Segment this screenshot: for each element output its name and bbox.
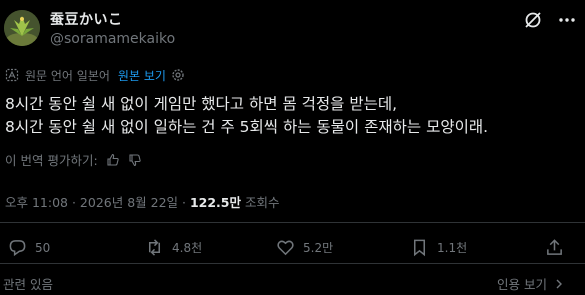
tweet-line: 8시간 동안 쉴 새 없이 게임만 했다고 하면 몸 걱정을 받는데, [5, 95, 398, 113]
bookmark-button[interactable]: 1.1천 [410, 238, 467, 257]
repost-count: 4.8천 [172, 241, 203, 255]
view-quotes-link[interactable]: 인용 보기 [497, 274, 565, 293]
user-handle[interactable]: @soramamekaiko [50, 31, 175, 47]
divider [0, 222, 585, 223]
tweet-meta: 오후 11:08 · 2026년 8월 22일 · 122.5만 조회수 [5, 192, 280, 211]
repost-icon [148, 239, 161, 256]
display-name[interactable]: 蚕豆かいこ [50, 9, 123, 29]
view-quotes-label: 인용 보기 [497, 277, 547, 292]
gear-icon[interactable] [171, 68, 185, 82]
more-button[interactable] [557, 10, 577, 30]
reply-icon [9, 240, 26, 257]
rate-translation: 이 번역 평가하기: [5, 150, 142, 169]
reply-count: 50 [35, 240, 51, 255]
translation-language-label: 원문 언어 일본어 [25, 68, 110, 83]
grok-button[interactable] [523, 10, 543, 30]
more-dots-icon [559, 18, 575, 22]
share-button[interactable] [545, 238, 564, 257]
views-count: 122.5만 [189, 195, 242, 210]
bookmark-icon [413, 239, 426, 257]
translation-info: 원문 언어 일본어 원본 보기 [5, 66, 185, 84]
related-posts-link[interactable]: 관련 있음 [3, 274, 53, 293]
views-label: 조회수 [241, 195, 280, 210]
tweet-line: 8시간 동안 쉴 새 없이 일하는 건 주 5회씩 하는 동물이 존재하는 모양… [5, 118, 489, 136]
thumbs-down-icon[interactable] [128, 153, 142, 167]
heart-icon [277, 240, 294, 256]
grok-icon [525, 12, 541, 28]
bookmark-count: 1.1천 [437, 241, 468, 255]
share-icon [547, 239, 562, 255]
tweet-text: 8시간 동안 쉴 새 없이 게임만 했다고 하면 몸 걱정을 받는데, 8시간 … [5, 93, 580, 139]
repost-button[interactable]: 4.8천 [145, 238, 202, 257]
translate-icon [5, 68, 19, 82]
thumbs-up-icon[interactable] [106, 153, 120, 167]
rate-translation-label: 이 번역 평가하기: [5, 153, 98, 168]
reply-button[interactable]: 50 [8, 238, 50, 257]
avatar[interactable] [4, 10, 40, 46]
like-button[interactable]: 5.2만 [276, 238, 333, 257]
plant-avatar-icon [4, 10, 40, 46]
show-original-link[interactable]: 원본 보기 [118, 67, 166, 84]
divider [0, 263, 585, 264]
chevron-right-icon [556, 279, 562, 288]
timestamp[interactable]: 오후 11:08 · 2026년 8월 22일 · [5, 195, 190, 210]
like-count: 5.2만 [303, 241, 334, 255]
